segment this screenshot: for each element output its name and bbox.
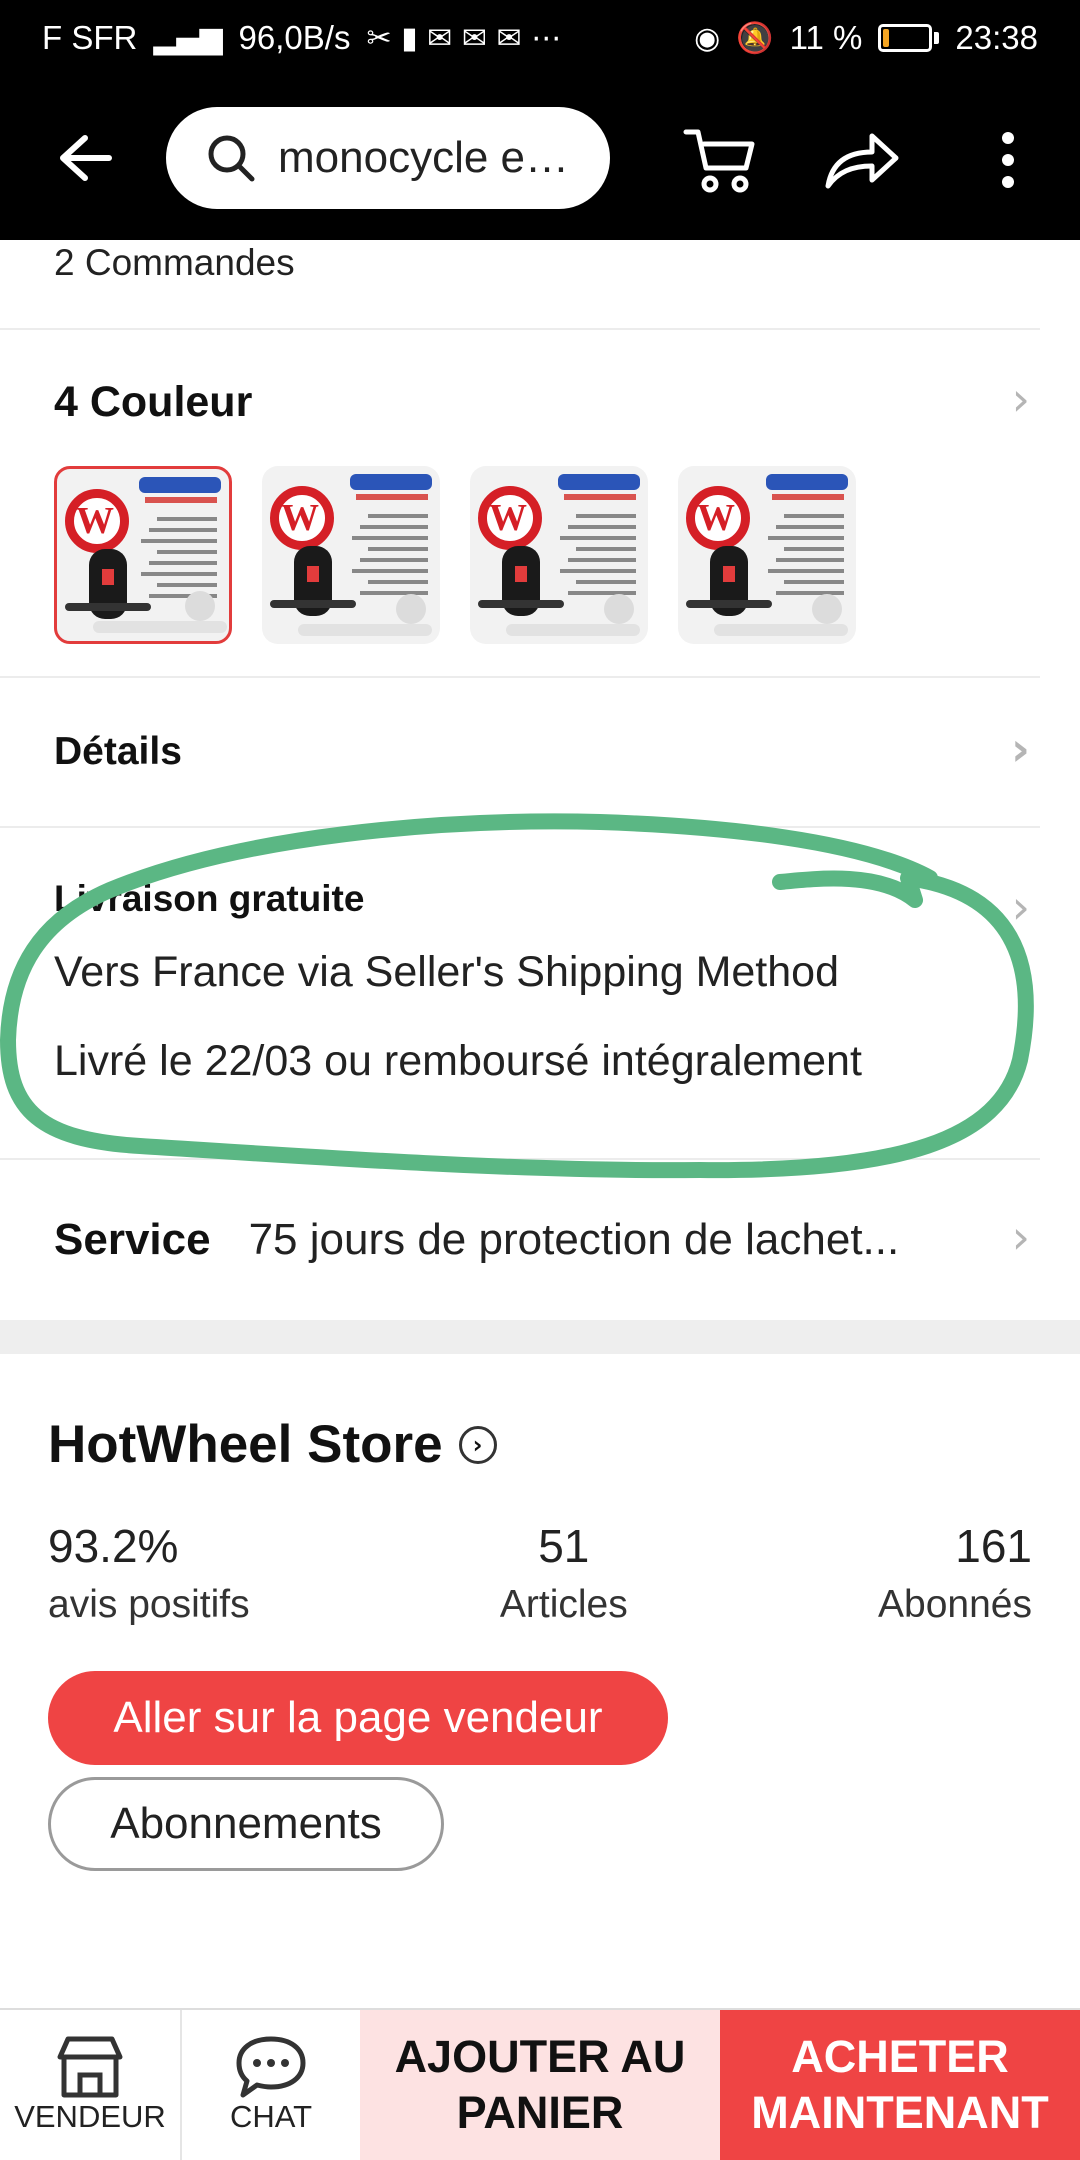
store-stat: 51 Articles — [500, 1519, 628, 1627]
availability-strip — [714, 624, 848, 636]
share-icon — [825, 133, 899, 189]
color-variants-section[interactable]: 4 Couleur › W W W W — [0, 330, 1080, 676]
chevron-right-icon: › — [1011, 722, 1030, 776]
unicycle-light — [723, 566, 735, 582]
product-detail-content: 2 Commandes 4 Couleur › W W W W Détails › L… — [0, 240, 1080, 2008]
color-variant-thumbnail[interactable]: W — [262, 466, 440, 644]
search-query: monocycle e… — [278, 133, 570, 182]
brand-logo-letter: W — [489, 497, 527, 539]
availability-strip — [93, 621, 227, 633]
store-stat-label: avis positifs — [48, 1583, 250, 1626]
chevron-circle-icon[interactable]: › — [458, 1425, 497, 1464]
add-to-cart-label: AJOUTER AU PANIER — [394, 2030, 686, 2138]
shipping-row[interactable]: Livraison gratuite Vers France via Selle… — [0, 828, 1080, 1158]
shipping-title: Livraison gratuite — [54, 878, 365, 919]
brand-logo-letter: W — [697, 497, 735, 539]
brand-logo-letter: W — [281, 497, 319, 539]
service-label: Service — [54, 1215, 211, 1264]
cart-button[interactable] — [672, 112, 768, 208]
charger-badge — [604, 594, 634, 624]
orders-count: 2 Commandes — [54, 242, 295, 283]
variant-thumbnails: WWWW — [54, 466, 1026, 644]
search-input[interactable]: monocycle e… — [166, 107, 610, 209]
details-label: Détails — [54, 730, 182, 773]
brand-logo-letter: W — [76, 500, 114, 542]
chevron-right-icon: › — [1011, 880, 1030, 934]
unicycle-pedals — [478, 600, 564, 608]
store-stats: 93.2% avis positifs 51 Articles 161 Abonnés — [48, 1519, 1032, 1627]
more-options-button[interactable] — [960, 112, 1056, 208]
service-text: 75 jours de protection de lachet... — [248, 1215, 900, 1264]
add-to-cart-button[interactable]: AJOUTER AU PANIER — [360, 2010, 720, 2160]
product-tag — [558, 474, 640, 490]
unicycle-pedals — [270, 600, 356, 608]
arrow-back-icon — [60, 135, 112, 181]
carrier-label: F SFR — [42, 19, 138, 56]
mute-icon: 🔕 — [736, 20, 774, 56]
availability-strip — [506, 624, 640, 636]
unicycle-light — [307, 566, 319, 582]
buy-now-button[interactable]: ACHETER MAINTENANT — [720, 2010, 1080, 2160]
notification-icons: ✂ ▮ ✉ ✉ ✉ ⋯ — [366, 20, 562, 56]
shipping-method: Vers France via Seller's Shipping Method — [54, 948, 840, 996]
store-stat-value: 161 — [955, 1520, 1032, 1572]
top-navigation: monocycle e… — [0, 76, 1080, 240]
eye-icon: ◉ — [694, 20, 721, 56]
store-icon — [57, 2036, 123, 2098]
search-icon — [208, 135, 255, 182]
bottom-action-bar: VENDEUR CHAT AJOUTER AU PANIER ACHETER M… — [0, 2008, 1080, 2160]
service-row[interactable]: Service 75 jours de protection de lachet… — [0, 1160, 1080, 1320]
signal-icon: ▂▄▆ — [153, 20, 223, 56]
product-subtag — [356, 494, 428, 500]
follow-store-button[interactable]: Abonnements — [48, 1777, 444, 1871]
chevron-right-icon: › — [1011, 372, 1030, 426]
chevron-right-icon: › — [1011, 1210, 1030, 1264]
data-speed: 96,0B/s — [238, 19, 351, 56]
unicycle-light — [102, 569, 114, 585]
back-button[interactable] — [40, 113, 130, 203]
chat-tab[interactable]: CHAT — [180, 2010, 360, 2160]
chat-icon — [236, 2036, 306, 2098]
status-bar: F SFR ▂▄▆ 96,0B/s ✂ ▮ ✉ ✉ ✉ ⋯ ◉ 🔕 11 % 2… — [0, 0, 1080, 76]
details-row[interactable]: Détails › — [0, 678, 1080, 826]
section-separator — [0, 1320, 1080, 1354]
seller-tab[interactable]: VENDEUR — [0, 2010, 180, 2160]
color-variants-title: 4 Couleur — [54, 378, 253, 426]
more-vert-icon — [1002, 132, 1014, 188]
product-tag — [139, 477, 221, 493]
cart-icon — [683, 129, 755, 193]
share-button[interactable] — [814, 112, 910, 208]
battery-icon — [878, 24, 940, 52]
visit-store-button[interactable]: Aller sur la page vendeur — [48, 1671, 668, 1765]
store-name[interactable]: HotWheel Store — [48, 1414, 443, 1475]
charger-badge — [812, 594, 842, 624]
clock: 23:38 — [955, 19, 1038, 56]
store-section: HotWheel Store › 93.2% avis positifs 51 Art… — [0, 1354, 1080, 1871]
color-variant-thumbnail[interactable]: W — [470, 466, 648, 644]
product-tag — [350, 474, 432, 490]
store-stat-value: 93.2% — [48, 1520, 179, 1572]
unicycle-pedals — [686, 600, 772, 608]
store-stat-value: 51 — [538, 1520, 590, 1572]
product-tag — [766, 474, 848, 490]
store-stat: 161 Abonnés — [878, 1519, 1032, 1627]
color-variant-thumbnail[interactable]: W — [678, 466, 856, 644]
product-subtag — [564, 494, 636, 500]
store-stat-label: Articles — [499, 1583, 628, 1626]
battery-percent: 11 % — [789, 19, 863, 56]
color-variant-thumbnail[interactable]: W — [54, 466, 232, 644]
delivery-guarantee: Livré le 22/03 ou remboursé intégralemen… — [54, 1037, 862, 1085]
product-subtag — [145, 497, 217, 503]
unicycle-light — [515, 566, 527, 582]
unicycle-pedals — [65, 603, 151, 611]
buy-now-label: ACHETER MAINTENANT — [751, 2030, 1049, 2138]
seller-label: VENDEUR — [14, 2099, 166, 2134]
store-stat-label: Abonnés — [878, 1583, 1032, 1626]
availability-strip — [298, 624, 432, 636]
charger-badge — [396, 594, 426, 624]
product-subtag — [772, 494, 844, 500]
store-stat: 93.2% avis positifs — [48, 1519, 250, 1627]
charger-badge — [185, 591, 215, 621]
chat-label: CHAT — [229, 2099, 313, 2134]
